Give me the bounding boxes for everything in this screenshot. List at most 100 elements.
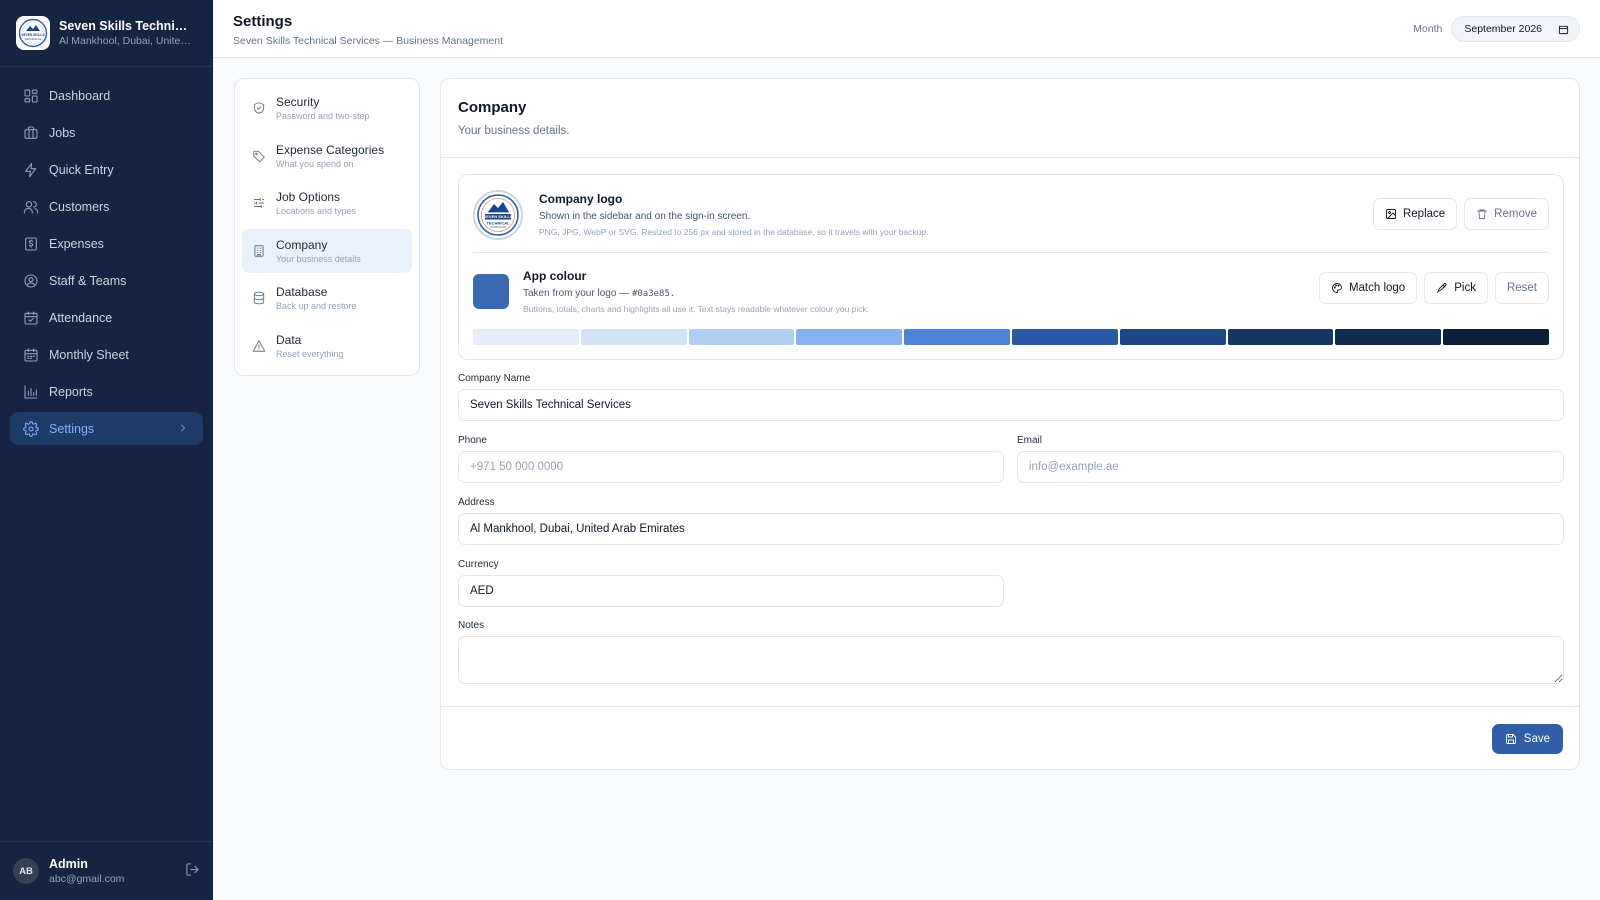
colour-shade-scale — [473, 329, 1549, 345]
replace-logo-button[interactable]: Replace — [1372, 198, 1458, 230]
company-name-input[interactable] — [458, 389, 1564, 421]
company-settings-card: Company Your business details. SEVEN SKI… — [440, 78, 1580, 770]
sidebar-item-dashboard[interactable]: Dashboard — [10, 79, 203, 112]
pick-colour-button[interactable]: Pick — [1424, 272, 1488, 304]
settings-nav-title: Security — [276, 95, 320, 109]
settings-nav-title: Data — [276, 332, 302, 347]
company-name-label: Company Name — [458, 373, 531, 384]
colour-title: App colour — [523, 269, 587, 283]
brand-header[interactable]: SEVEN SKILLS TECHNICAL Seven Skills Tech… — [0, 0, 213, 67]
eyedropper-icon — [1437, 282, 1447, 293]
sidebar-item-settings[interactable]: Settings — [10, 412, 203, 445]
settings-nav-title: Company — [276, 237, 328, 252]
colour-shade[interactable] — [1119, 329, 1226, 345]
sidebar-item-label: Monthly Sheet — [49, 347, 129, 362]
building-icon — [254, 245, 264, 257]
currency-input[interactable] — [458, 575, 1004, 607]
email-input[interactable] — [1017, 451, 1564, 483]
logo-description: Shown in the sidebar and on the sign-in … — [539, 211, 751, 222]
month-value: September 2026 — [1464, 23, 1542, 35]
save-button[interactable]: Save — [1491, 724, 1563, 754]
pick-label: Pick — [1454, 282, 1476, 294]
calendar-icon — [1558, 25, 1569, 34]
users-icon — [23, 200, 39, 214]
colour-shade[interactable] — [473, 329, 579, 345]
address-label: Address — [458, 497, 495, 508]
settings-nav-data[interactable]: Data Reset everything — [242, 324, 412, 368]
branding-panel: SEVEN SKILLS TECHNICAL Company logo Show… — [458, 174, 1564, 360]
image-icon — [1386, 209, 1396, 219]
settings-nav-job-options[interactable]: Job Options Locations and types — [242, 181, 412, 225]
palette-icon — [1332, 283, 1342, 293]
settings-nav-sub: Locations and types — [276, 206, 357, 217]
app-colour-row: App colour Taken from your logo — #0a3e8… — [473, 267, 1549, 317]
colour-shade[interactable] — [1335, 329, 1442, 345]
save-icon — [1505, 734, 1516, 744]
colour-shade[interactable] — [796, 329, 903, 345]
colour-shade[interactable] — [580, 329, 687, 345]
settings-nav-title: Database — [276, 285, 328, 300]
page-title: Settings — [233, 13, 293, 30]
user-email: abc@gmail.com — [49, 873, 125, 885]
sidebar-item-label: Dashboard — [49, 88, 111, 103]
sidebar-item-label: Settings — [49, 421, 95, 436]
sidebar-item-label: Reports — [49, 384, 93, 399]
settings-nav-database[interactable]: Database Back up and restore — [242, 276, 412, 320]
colour-shade[interactable] — [1443, 329, 1549, 345]
colour-shade[interactable] — [904, 329, 1010, 345]
settings-nav-expense-categories[interactable]: Expense Categories What you spend on — [242, 134, 412, 178]
colour-shade[interactable] — [1227, 329, 1334, 345]
phone-input[interactable] — [458, 451, 1004, 483]
sidebar-item-monthly-sheet[interactable]: Monthly Sheet — [10, 338, 203, 371]
logo-row: SEVEN SKILLS TECHNICAL Company logo Show… — [473, 189, 1549, 253]
briefcase-icon — [24, 125, 38, 139]
settings-nav-sub: Back up and restore — [276, 301, 357, 312]
tag-icon — [253, 150, 265, 162]
replace-label: Replace — [1402, 208, 1446, 220]
section-title: Company — [458, 99, 527, 116]
sidebar-item-label: Attendance — [49, 310, 113, 325]
brand-name: Seven Skills Technical ... — [59, 19, 194, 33]
logo-actions: Replace Remove — [1372, 198, 1549, 230]
reset-colour-button[interactable]: Reset — [1494, 272, 1549, 304]
sidebar-item-attendance[interactable]: Attendance — [10, 301, 203, 334]
sliders-icon — [253, 198, 265, 209]
sidebar-item-expenses[interactable]: Expenses — [10, 227, 203, 260]
calendar-check-icon — [24, 310, 38, 325]
colour-desc-text: Taken from your logo — — [523, 288, 632, 299]
avatar[interactable]: AB — [13, 858, 39, 884]
month-picker[interactable]: September 2026 — [1451, 16, 1580, 42]
company-logo-small: SEVEN SKILLS TECHNICAL — [16, 16, 50, 50]
sidebar: SEVEN SKILLS TECHNICAL Seven Skills Tech… — [0, 0, 213, 900]
chevron-right-icon — [181, 424, 185, 432]
sidebar-item-label: Quick Entry — [49, 162, 114, 177]
svg-text:TECHNICAL: TECHNICAL — [24, 37, 41, 41]
card-header: Company Your business details. — [441, 79, 1579, 158]
sidebar-item-reports[interactable]: Reports — [10, 375, 203, 408]
user-panel: AB Admin abc@gmail.com — [0, 841, 213, 900]
address-input[interactable] — [458, 513, 1564, 545]
trash-icon — [1477, 209, 1488, 219]
sidebar-item-customers[interactable]: Customers — [10, 190, 203, 223]
colour-shade[interactable] — [1011, 329, 1118, 345]
remove-logo-button[interactable]: Remove — [1464, 198, 1549, 230]
sidebar-item-quick-entry[interactable]: Quick Entry — [10, 153, 203, 186]
colour-shade[interactable] — [688, 329, 795, 345]
shield-icon — [253, 102, 265, 114]
month-label: Month — [1413, 23, 1443, 35]
notes-textarea[interactable] — [458, 636, 1564, 684]
settings-nav-sub: What you spend on — [276, 158, 354, 169]
sidebar-item-jobs[interactable]: Jobs — [10, 116, 203, 149]
settings-nav-title: Job Options — [276, 190, 341, 205]
email-label: Email — [1017, 435, 1043, 446]
logo-text-top: SEVEN SKILLS — [484, 214, 513, 219]
sidebar-item-staff-teams[interactable]: Staff & Teams — [10, 264, 203, 297]
match-logo-button[interactable]: Match logo — [1318, 272, 1418, 304]
colour-swatch[interactable] — [473, 274, 509, 309]
settings-nav-title: Expense Categories — [276, 142, 385, 157]
logout-button[interactable] — [185, 862, 200, 880]
settings-nav-security[interactable]: Security Password and two-step — [242, 86, 412, 130]
warning-icon — [252, 340, 266, 352]
colour-note: Buttons, totals, charts and highlights a… — [523, 304, 870, 314]
settings-nav-company[interactable]: Company Your business details — [242, 228, 412, 273]
